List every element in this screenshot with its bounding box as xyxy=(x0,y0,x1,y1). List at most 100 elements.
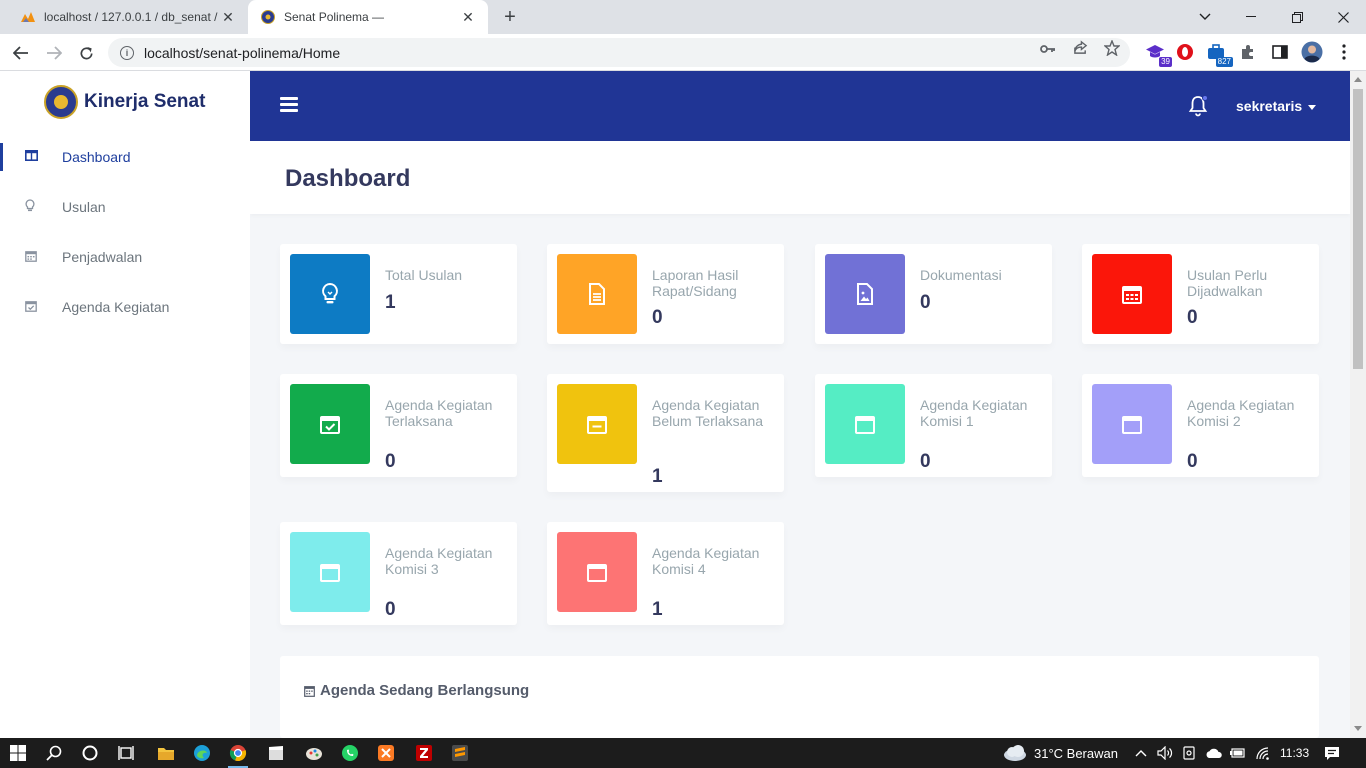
stat-card-komisi-3[interactable]: Agenda Kegiatan Komisi 3 0 xyxy=(280,522,517,625)
notification-center-icon[interactable] xyxy=(1324,738,1340,768)
sidebar-item-label: Usulan xyxy=(62,199,106,215)
phpmyadmin-icon xyxy=(20,9,36,25)
stat-card-agenda-terlaksana[interactable]: Agenda Kegiatan Terlaksana 0 xyxy=(280,374,517,477)
lightbulb-icon xyxy=(290,254,370,334)
kebab-menu-icon[interactable] xyxy=(1333,41,1355,63)
stat-value: 1 xyxy=(652,599,663,620)
top-navbar: sekretaris xyxy=(250,71,1350,141)
user-dropdown[interactable]: sekretaris xyxy=(1236,98,1317,114)
reload-icon[interactable] xyxy=(73,40,99,66)
agenda-card-header: Agenda Sedang Berlangsung xyxy=(304,682,529,699)
profile-avatar-icon[interactable] xyxy=(1301,41,1323,63)
lightbulb-icon xyxy=(0,199,62,215)
stat-card-dokumentasi[interactable]: Dokumentasi 0 xyxy=(815,244,1052,344)
windows-taskbar: 31°C Berawan 11:33 xyxy=(0,738,1366,768)
file-icon xyxy=(557,254,637,334)
stat-card-agenda-belum-terlaksana[interactable]: Agenda Kegiatan Belum Terlaksana 1 xyxy=(547,374,784,492)
clock[interactable]: 11:33 xyxy=(1280,738,1309,768)
browser-tab-senat[interactable]: Senat Polinema — ✕ xyxy=(248,0,488,34)
restore-icon[interactable] xyxy=(1274,0,1320,34)
new-tab-plus-icon[interactable]: + xyxy=(498,5,522,29)
calendar-minus-icon xyxy=(557,384,637,464)
brand-name: Kinerja Senat xyxy=(84,91,206,112)
stat-card-total-usulan[interactable]: Total Usulan 1 xyxy=(280,244,517,344)
tray-chevron-up-icon[interactable] xyxy=(1135,738,1147,768)
stat-label: Agenda Kegiatan Komisi 4 xyxy=(652,545,760,577)
whatsapp-icon[interactable] xyxy=(338,741,362,765)
scroll-thumb[interactable] xyxy=(1353,89,1363,369)
notification-dot xyxy=(1202,95,1208,101)
cortana-circle-icon[interactable] xyxy=(78,741,102,765)
columns-icon xyxy=(0,150,62,164)
device-icon[interactable] xyxy=(1182,738,1196,768)
stat-card-komisi-1[interactable]: Agenda Kegiatan Komisi 1 0 xyxy=(815,374,1052,477)
sidebar-item-label: Agenda Kegiatan xyxy=(62,299,170,315)
scroll-up-arrow-icon[interactable] xyxy=(1354,77,1362,82)
page-scrollbar[interactable] xyxy=(1350,71,1366,738)
paint-app-icon[interactable] xyxy=(302,741,326,765)
xampp-icon[interactable] xyxy=(374,741,398,765)
site-info-icon[interactable]: i xyxy=(120,45,134,60)
clock-time: 11:33 xyxy=(1280,746,1310,760)
sidebar-item-usulan[interactable]: Usulan xyxy=(0,189,250,225)
briefcase-extension-icon[interactable]: 827 xyxy=(1205,41,1233,67)
tab-search-chevron-icon[interactable] xyxy=(1182,0,1228,34)
stat-label: Total Usulan xyxy=(385,267,463,283)
edge-browser-icon[interactable] xyxy=(190,741,214,765)
sidebar-item-agenda-kegiatan[interactable]: Agenda Kegiatan xyxy=(0,289,250,325)
filezilla-icon[interactable] xyxy=(412,741,436,765)
puzzle-extensions-icon[interactable] xyxy=(1237,41,1259,63)
calendar-check-icon xyxy=(0,300,62,315)
minimize-icon[interactable] xyxy=(1228,0,1274,34)
caret-down-icon xyxy=(1308,104,1317,110)
wifi-icon[interactable] xyxy=(1255,738,1271,768)
opera-extension-icon[interactable] xyxy=(1174,41,1196,63)
url-text: localhost/senat-polinema/Home xyxy=(144,44,341,61)
stat-card-komisi-2[interactable]: Agenda Kegiatan Komisi 2 0 xyxy=(1082,374,1319,477)
stat-card-komisi-4[interactable]: Agenda Kegiatan Komisi 4 1 xyxy=(547,522,784,625)
stat-label: Usulan Perlu Dijadwalkan xyxy=(1187,267,1268,299)
sidebar-item-penjadwalan[interactable]: Penjadwalan xyxy=(0,239,250,275)
close-tab-icon[interactable]: ✕ xyxy=(460,9,476,26)
brand[interactable]: Kinerja Senat xyxy=(44,85,205,119)
stat-label: Agenda Kegiatan Komisi 2 xyxy=(1187,397,1295,429)
battery-icon[interactable] xyxy=(1229,738,1245,768)
file-explorer-icon[interactable] xyxy=(154,741,178,765)
chrome-browser-icon[interactable] xyxy=(226,741,250,768)
side-panel-icon[interactable] xyxy=(1269,41,1291,63)
key-icon[interactable] xyxy=(1038,40,1058,60)
back-arrow-icon[interactable] xyxy=(8,40,34,66)
close-window-icon[interactable] xyxy=(1320,0,1366,34)
stat-value: 0 xyxy=(652,307,663,328)
hamburger-menu-icon[interactable] xyxy=(280,97,298,115)
sidebar-item-label: Dashboard xyxy=(62,149,131,165)
stat-value: 0 xyxy=(920,451,931,472)
address-bar[interactable]: i localhost/senat-polinema/Home xyxy=(108,38,1130,67)
scroll-down-arrow-icon[interactable] xyxy=(1354,726,1362,731)
browser-tab-phpmyadmin[interactable]: localhost / 127.0.0.1 / db_senat / … ✕ xyxy=(8,0,248,34)
clapperboard-app-icon[interactable] xyxy=(264,741,288,765)
windows-start-icon[interactable] xyxy=(6,741,30,765)
stat-label: Agenda Kegiatan Terlaksana xyxy=(385,397,493,429)
stat-card-laporan[interactable]: Laporan Hasil Rapat/Sidang 0 xyxy=(547,244,784,344)
search-icon[interactable] xyxy=(42,741,66,765)
calendar-icon xyxy=(1092,254,1172,334)
task-view-icon[interactable] xyxy=(114,741,138,765)
sublime-text-icon[interactable] xyxy=(448,741,472,765)
weather-widget[interactable]: 31°C Berawan xyxy=(1002,738,1118,768)
share-icon[interactable] xyxy=(1070,40,1090,60)
forward-arrow-icon[interactable] xyxy=(41,40,67,66)
stat-card-usulan-perlu-dijadwalkan[interactable]: Usulan Perlu Dijadwalkan 0 xyxy=(1082,244,1319,344)
volume-icon[interactable] xyxy=(1157,738,1173,768)
calendar-icon xyxy=(0,250,62,265)
sidebar-item-dashboard[interactable]: Dashboard xyxy=(0,139,250,175)
onedrive-cloud-icon[interactable] xyxy=(1205,738,1223,768)
notification-bell-icon[interactable] xyxy=(1188,95,1208,117)
close-tab-icon[interactable]: ✕ xyxy=(220,9,236,26)
stat-label: Dokumentasi xyxy=(920,267,1002,283)
bookmark-star-icon[interactable] xyxy=(1102,39,1122,60)
weather-text: 31°C Berawan xyxy=(1034,745,1118,761)
mortarboard-extension-icon[interactable]: 39 xyxy=(1144,41,1172,67)
agenda-title: Agenda Sedang Berlangsung xyxy=(320,682,530,699)
stat-value: 1 xyxy=(385,292,396,313)
